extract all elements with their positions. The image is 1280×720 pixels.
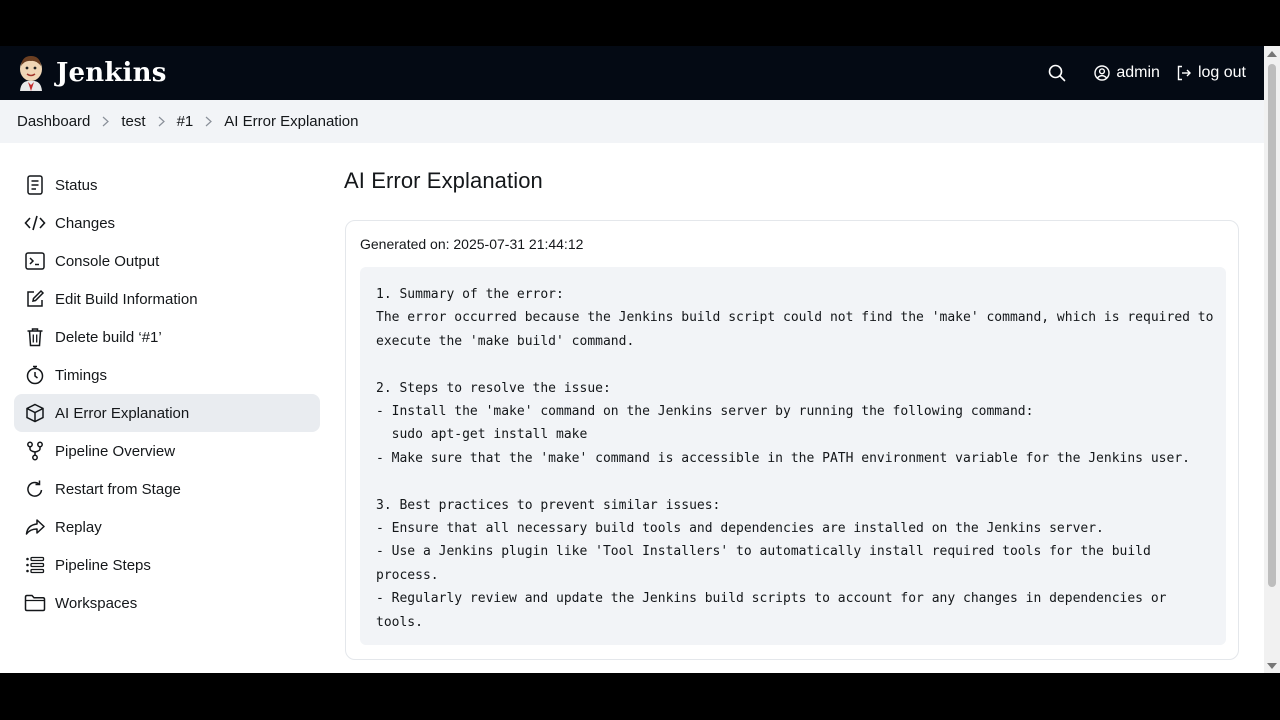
sidebar-item-replay[interactable]: Replay xyxy=(14,508,320,546)
breadcrumb-job[interactable]: test xyxy=(121,113,145,130)
build-sidebar: Status Changes Console Output Edit Build… xyxy=(14,166,320,622)
edit-icon xyxy=(24,288,46,310)
explanation-line: - Ensure that all necessary build tools … xyxy=(376,521,1104,537)
list-icon xyxy=(24,554,46,576)
sidebar-item-label: Edit Build Information xyxy=(55,290,198,308)
explanation-line: tools. xyxy=(376,614,423,630)
explanation-line: 1. Summary of the error: xyxy=(376,287,564,302)
explanation-line: - Make sure that the 'make' command is a… xyxy=(376,450,1190,466)
trash-icon xyxy=(24,326,46,348)
explanation-line: 2. Steps to resolve the issue: xyxy=(376,380,611,396)
top-header: Jenkins admin log out xyxy=(0,46,1264,100)
user-name: admin xyxy=(1116,64,1160,81)
page-title: AI Error Explanation xyxy=(344,168,543,193)
scroll-up-arrow-icon[interactable] xyxy=(1267,51,1277,57)
terminal-icon xyxy=(24,250,46,272)
scrollbar-thumb[interactable] xyxy=(1268,64,1276,587)
explanation-line: - Regularly review and update the Jenkin… xyxy=(376,591,1167,607)
breadcrumb-current[interactable]: AI Error Explanation xyxy=(224,113,358,130)
sidebar-item-label: Restart from Stage xyxy=(55,480,181,498)
sidebar-item-edit-build-information[interactable]: Edit Build Information xyxy=(14,280,320,318)
sidebar-item-workspaces[interactable]: Workspaces xyxy=(14,584,320,622)
sidebar-item-restart-from-stage[interactable]: Restart from Stage xyxy=(14,470,320,508)
sidebar-item-label: Pipeline Overview xyxy=(55,442,176,460)
sidebar-item-label: Status xyxy=(55,176,98,194)
sidebar-item-label: AI Error Explanation xyxy=(55,404,190,422)
jenkins-butler-icon xyxy=(16,54,46,92)
sidebar-item-timings[interactable]: Timings xyxy=(14,356,320,394)
sidebar-item-pipeline-overview[interactable]: Pipeline Overview xyxy=(14,432,320,470)
sidebar-item-changes[interactable]: Changes xyxy=(14,204,320,242)
sidebar-item-pipeline-steps[interactable]: Pipeline Steps xyxy=(14,546,320,584)
scroll-down-arrow-icon[interactable] xyxy=(1267,663,1277,669)
document-icon xyxy=(24,174,46,196)
sidebar-item-label: Console Output xyxy=(55,252,160,270)
folder-icon xyxy=(24,592,46,614)
app-name: Jenkins xyxy=(56,58,167,88)
user-circle-icon xyxy=(1094,65,1111,81)
search-icon xyxy=(1049,64,1066,82)
restart-icon xyxy=(24,478,46,500)
stopwatch-icon xyxy=(24,364,46,386)
explanation-line xyxy=(376,353,1210,376)
replay-arrow-icon xyxy=(24,516,46,538)
explanation-line: sudo apt-get install make xyxy=(376,427,588,443)
breadcrumb-dashboard[interactable]: Dashboard xyxy=(17,113,90,130)
header-actions: admin log out xyxy=(1048,46,1246,100)
sidebar-item-label: Pipeline Steps xyxy=(55,556,151,574)
explanation-line: execute the 'make build' command. xyxy=(376,333,635,349)
sidebar-item-label: Replay xyxy=(55,518,102,536)
explanation-line: - Install the 'make' command on the Jenk… xyxy=(376,404,1034,420)
explanation-line: 3. Best practices to prevent similar iss… xyxy=(376,497,721,513)
chevron-right-icon xyxy=(102,116,110,127)
user-menu-button[interactable]: admin xyxy=(1094,64,1160,82)
generated-timestamp: Generated on: 2025-07-31 21:44:12 xyxy=(360,236,584,252)
chevron-right-icon xyxy=(205,116,213,127)
search-button[interactable] xyxy=(1048,64,1066,82)
sidebar-item-ai-error-explanation[interactable]: AI Error Explanation xyxy=(14,394,320,432)
sidebar-item-label: Changes xyxy=(55,214,116,232)
sidebar-item-label: Workspaces xyxy=(55,594,138,612)
explanation-line: - Use a Jenkins plugin like 'Tool Instal… xyxy=(376,544,1151,560)
jenkins-logo[interactable]: Jenkins xyxy=(16,54,167,92)
sidebar-item-label: Delete build ‘#1’ xyxy=(55,328,162,346)
page-scrollbar[interactable] xyxy=(1264,46,1280,673)
jenkins-page: Jenkins admin log out Dashboard test #1 … xyxy=(0,46,1280,673)
sidebar-item-label: Timings xyxy=(55,366,107,384)
sidebar-item-delete-build[interactable]: Delete build ‘#1’ xyxy=(14,318,320,356)
chevron-right-icon xyxy=(158,116,165,127)
logout-button[interactable]: log out xyxy=(1176,64,1246,82)
breadcrumb-build[interactable]: #1 xyxy=(177,113,194,130)
sidebar-item-console-output[interactable]: Console Output xyxy=(14,242,320,280)
explanation-line: The error occurred because the Jenkins b… xyxy=(376,310,1214,326)
explanation-line: process. xyxy=(376,567,439,583)
cube-icon xyxy=(24,402,46,424)
explanation-card: Generated on: 2025-07-31 21:44:12 1. Sum… xyxy=(345,220,1239,660)
logout-icon xyxy=(1177,65,1191,81)
explanation-line xyxy=(376,470,1210,493)
branch-icon xyxy=(24,440,46,462)
sidebar-item-status[interactable]: Status xyxy=(14,166,320,204)
breadcrumb: Dashboard test #1 AI Error Explanation xyxy=(0,100,1264,143)
explanation-text-block: 1. Summary of the error: The error occurr… xyxy=(360,267,1226,645)
logout-label: log out xyxy=(1197,64,1246,81)
code-icon xyxy=(24,212,46,234)
